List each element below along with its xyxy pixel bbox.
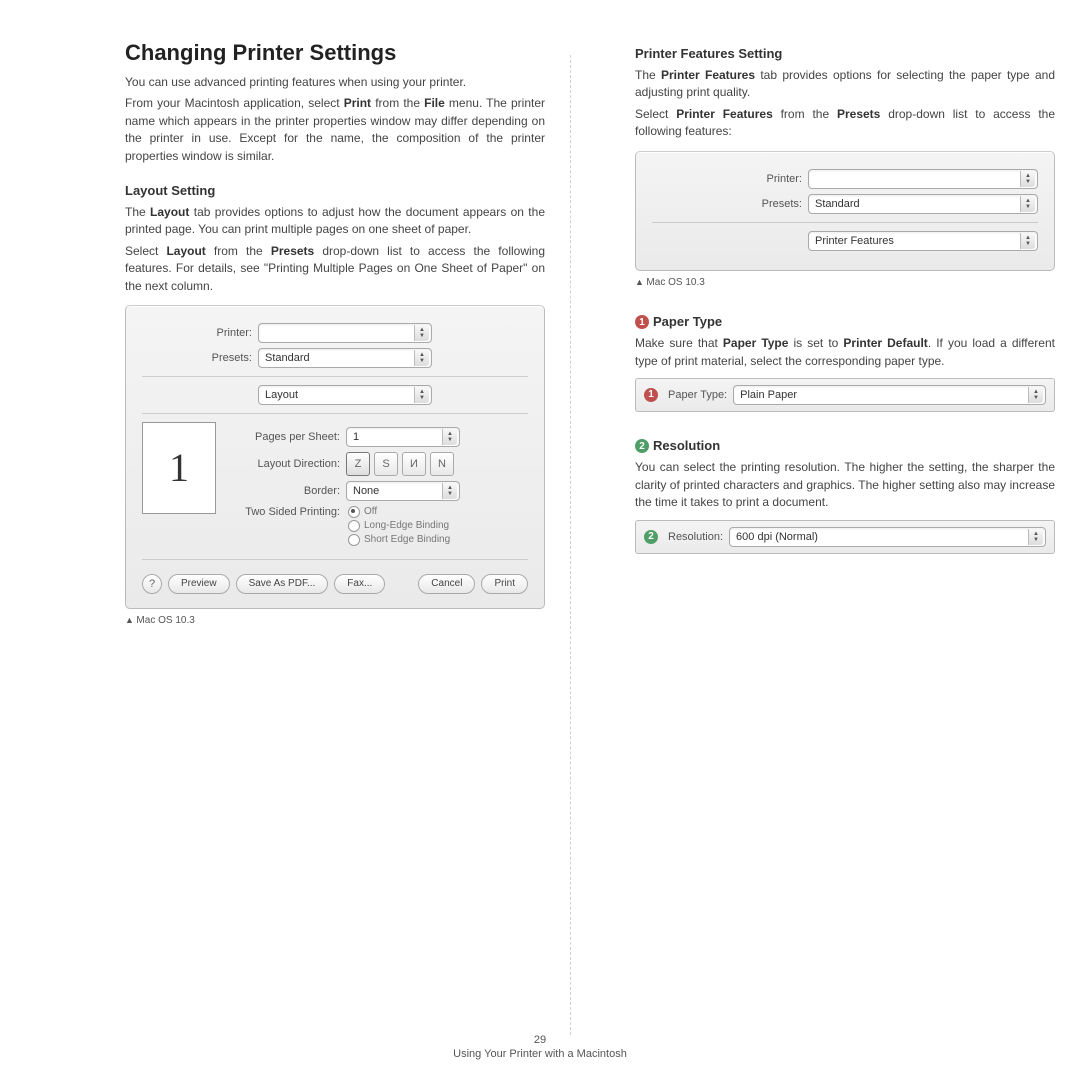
footer-text: Using Your Printer with a Macintosh [453, 1048, 627, 1060]
stepper-icon: ▲▼ [1028, 529, 1043, 545]
paper-type-label: Paper Type: [668, 389, 727, 401]
presets-select[interactable]: Standard ▲▼ [808, 194, 1038, 214]
callout-number-2-icon: 2 [644, 530, 658, 544]
stepper-icon: ▲▼ [1020, 171, 1035, 187]
page-title: Changing Printer Settings [125, 40, 545, 66]
callout-number-1-icon: 1 [644, 388, 658, 402]
stepper-icon: ▲▼ [1020, 233, 1035, 249]
printer-label: Printer: [652, 173, 802, 185]
border-label: Border: [230, 485, 340, 497]
resolution-box: 2 Resolution: 600 dpi (Normal) ▲▼ [635, 520, 1055, 554]
layout-paragraph-1: The Layout tab provides options to adjus… [125, 204, 545, 239]
stepper-icon: ▲▼ [1020, 196, 1035, 212]
cancel-button[interactable]: Cancel [418, 574, 475, 594]
stepper-icon: ▲▼ [1028, 387, 1043, 403]
callout-number-1-icon: 1 [635, 315, 649, 329]
two-sided-label: Two Sided Printing: [230, 506, 340, 518]
paper-type-select[interactable]: Plain Paper ▲▼ [733, 385, 1046, 405]
figure-caption: Mac OS 10.3 [635, 277, 1055, 288]
layout-direction-button-3[interactable]: И [402, 452, 426, 476]
intro-paragraph-1: You can use advanced printing features w… [125, 74, 545, 91]
stepper-icon: ▲▼ [414, 387, 429, 403]
stepper-icon: ▲▼ [442, 483, 457, 499]
pfs-paragraph-2: Select Printer Features from the Presets… [635, 106, 1055, 141]
pfs-paragraph-1: The Printer Features tab provides option… [635, 67, 1055, 102]
stepper-icon: ▲▼ [414, 350, 429, 366]
layout-direction-label: Layout Direction: [230, 458, 340, 470]
layout-direction-button-2[interactable]: S [374, 452, 398, 476]
presets-label: Presets: [652, 198, 802, 210]
column-divider [570, 55, 571, 1035]
paper-type-box: 1 Paper Type: Plain Paper ▲▼ [635, 378, 1055, 412]
pages-per-sheet-label: Pages per Sheet: [230, 431, 340, 443]
stepper-icon: ▲▼ [414, 325, 429, 341]
page-number: 29 [0, 1034, 1080, 1046]
layout-direction-button-4[interactable]: N [430, 452, 454, 476]
resolution-paragraph: You can select the printing resolution. … [635, 459, 1055, 511]
layout-direction-button-1[interactable]: Z [346, 452, 370, 476]
printer-label: Printer: [142, 327, 252, 339]
layout-setting-heading: Layout Setting [125, 183, 545, 198]
intro-paragraph-2: From your Macintosh application, select … [125, 95, 545, 165]
stepper-icon: ▲▼ [442, 429, 457, 445]
layout-print-dialog: Printer: ▲▼ Presets: Standard ▲▼ Layout … [125, 305, 545, 609]
paper-type-heading: 1Paper Type [635, 314, 1055, 330]
preview-button[interactable]: Preview [168, 574, 230, 594]
callout-number-2-icon: 2 [635, 439, 649, 453]
two-sided-off-radio[interactable]: Off [348, 506, 450, 518]
resolution-heading: 2Resolution [635, 438, 1055, 454]
features-print-dialog: Printer: ▲▼ Presets: Standard ▲▼ Printer… [635, 151, 1055, 271]
resolution-select[interactable]: 600 dpi (Normal) ▲▼ [729, 527, 1046, 547]
pages-per-sheet-select[interactable]: 1 ▲▼ [346, 427, 460, 447]
printer-select[interactable]: ▲▼ [258, 323, 432, 343]
help-button[interactable]: ? [142, 574, 162, 594]
paper-type-paragraph: Make sure that Paper Type is set to Prin… [635, 335, 1055, 370]
border-select[interactable]: None ▲▼ [346, 481, 460, 501]
figure-caption: Mac OS 10.3 [125, 615, 545, 626]
printer-features-heading: Printer Features Setting [635, 46, 1055, 61]
resolution-label: Resolution: [668, 531, 723, 543]
save-as-pdf-button[interactable]: Save As PDF... [236, 574, 329, 594]
layout-paragraph-2: Select Layout from the Presets drop-down… [125, 243, 545, 295]
fax-button[interactable]: Fax... [334, 574, 385, 594]
page-footer: 29 Using Your Printer with a Macintosh [0, 1034, 1080, 1060]
two-sided-long-radio[interactable]: Long-Edge Binding [348, 520, 450, 532]
section-select[interactable]: Layout ▲▼ [258, 385, 432, 405]
page-preview: 1 [142, 422, 216, 514]
section-select[interactable]: Printer Features ▲▼ [808, 231, 1038, 251]
presets-select[interactable]: Standard ▲▼ [258, 348, 432, 368]
print-button[interactable]: Print [481, 574, 528, 594]
two-sided-short-radio[interactable]: Short Edge Binding [348, 534, 450, 546]
presets-label: Presets: [142, 352, 252, 364]
printer-select[interactable]: ▲▼ [808, 169, 1038, 189]
